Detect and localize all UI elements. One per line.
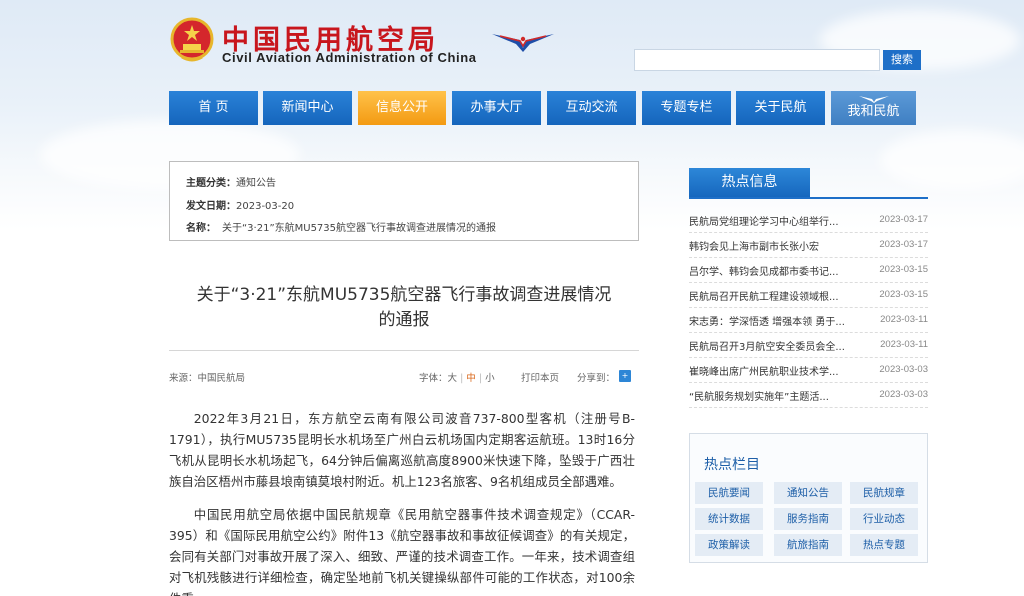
article-source: 来源：中国民航局 — [169, 373, 246, 384]
article-title: 关于“3·21”东航MU5735航空器飞行事故调查进展情况 的通报 — [169, 283, 639, 333]
hot-info-underline — [689, 197, 928, 199]
font-medium-link[interactable]: 中 — [466, 373, 476, 384]
column-link[interactable]: 通知公告 — [774, 482, 842, 504]
nav-special-topics[interactable]: 专题专栏 — [642, 91, 731, 125]
column-link[interactable]: 行业动态 — [850, 508, 918, 530]
hot-news-item[interactable]: 吕尔学、韩钧会见成都市委书记... 2023-03-15 — [689, 258, 928, 283]
name-label: 名称： — [186, 223, 216, 234]
hot-news-item[interactable]: 民航局召开民航工程建设领域根... 2023-03-15 — [689, 283, 928, 308]
hot-news-item[interactable]: 韩钧会见上海市副市长张小宏 2023-03-17 — [689, 233, 928, 258]
hot-news-title[interactable]: 韩钧会见上海市副市长张小宏 — [689, 238, 854, 253]
search-input[interactable] — [634, 49, 880, 71]
hot-news-item[interactable]: “民航服务规划实施年”主题活... 2023-03-03 — [689, 383, 928, 408]
date-label: 发文日期： — [186, 201, 236, 212]
share-plus-icon[interactable]: + — [619, 370, 631, 382]
column-link[interactable]: 统计数据 — [695, 508, 763, 530]
column-link[interactable]: 航旅指南 — [774, 534, 842, 556]
wings-small-icon — [859, 96, 889, 103]
article-title-line2: 的通报 — [378, 310, 430, 330]
hot-columns-title: 热点栏目 — [704, 457, 760, 473]
search-bar: 搜索 — [634, 49, 922, 71]
nav-news-center[interactable]: 新闻中心 — [263, 91, 352, 125]
hot-news-title[interactable]: 民航局召开民航工程建设领域根... — [689, 288, 854, 303]
main-nav: 首 页 新闻中心 信息公开 办事大厅 互动交流 专题专栏 关于民航 我和民航 — [169, 91, 916, 125]
font-small-link[interactable]: 小 — [485, 373, 495, 384]
hot-news-title[interactable]: 崔晓峰出席广州民航职业技术学... — [689, 363, 854, 378]
hot-news-title[interactable]: 民航局党组理论学习中心组举行... — [689, 213, 854, 228]
hot-news-date: 2023-03-03 — [879, 364, 928, 375]
column-link[interactable]: 民航要闻 — [695, 482, 763, 504]
share-label: 分享到： — [577, 373, 616, 384]
nav-me-and-aviation-label: 我和民航 — [847, 104, 900, 119]
hot-news-date: 2023-03-17 — [879, 214, 928, 225]
search-button[interactable]: 搜索 — [883, 50, 921, 70]
hot-news-title[interactable]: 宋志勇：学深悟透 增强本领 勇于... — [689, 313, 854, 328]
font-large-link[interactable]: 大 — [448, 373, 458, 384]
font-size-label: 字体： — [419, 373, 448, 384]
column-link[interactable]: 热点专题 — [850, 534, 918, 556]
column-link[interactable]: 民航规章 — [850, 482, 918, 504]
nav-service-hall[interactable]: 办事大厅 — [452, 91, 541, 125]
article-title-line1: 关于“3·21”东航MU5735航空器飞行事故调查进展情况 — [196, 285, 612, 305]
nav-interaction[interactable]: 互动交流 — [547, 91, 636, 125]
hot-news-item[interactable]: 民航局党组理论学习中心组举行... 2023-03-17 — [689, 208, 928, 233]
caac-wings-logo-icon — [492, 34, 554, 52]
divider — [169, 350, 639, 351]
nav-about[interactable]: 关于民航 — [736, 91, 825, 125]
hot-news-item[interactable]: 宋志勇：学深悟透 增强本领 勇于... 2023-03-11 — [689, 308, 928, 333]
hot-info-tab[interactable]: 热点信息 — [689, 168, 810, 197]
column-link[interactable]: 政策解读 — [695, 534, 763, 556]
nav-home[interactable]: 首 页 — [169, 91, 258, 125]
article-paragraph: 中国民用航空局依据中国民航规章《民用航空器事件技术调查规定》（CCAR-395）… — [169, 507, 635, 596]
article-paragraph: 2022年3月21日，东方航空云南有限公司波音737-800型客机（注册号B-1… — [169, 411, 635, 489]
category-value: 通知公告 — [236, 178, 276, 189]
date-value: 2023-03-20 — [236, 201, 295, 212]
hot-news-date: 2023-03-11 — [880, 314, 928, 325]
hot-news-title[interactable]: 民航局召开3月航空安全委员会全... — [689, 338, 854, 353]
hot-news-item[interactable]: 民航局召开3月航空安全委员会全... 2023-03-11 — [689, 333, 928, 358]
hot-news-date: 2023-03-11 — [880, 339, 928, 350]
font-size-controls: 字体：大 | 中 | 小 — [419, 373, 495, 384]
document-info-box: 主题分类：通知公告 发文日期：2023-03-20 名称： 关于“3·21”东航M… — [169, 161, 639, 241]
national-emblem-icon — [170, 17, 214, 62]
hot-news-date: 2023-03-15 — [879, 289, 928, 300]
nav-me-and-aviation[interactable]: 我和民航 — [831, 91, 916, 125]
hot-news-date: 2023-03-17 — [879, 239, 928, 250]
hot-news-date: 2023-03-15 — [879, 264, 928, 275]
hot-columns-panel: 热点栏目 民航要闻 通知公告 民航规章 统计数据 服务指南 行业动态 政策解读 … — [689, 433, 928, 563]
hot-news-title[interactable]: 吕尔学、韩钧会见成都市委书记... — [689, 263, 854, 278]
nav-info-disclosure[interactable]: 信息公开 — [358, 91, 446, 125]
category-label: 主题分类： — [186, 178, 236, 189]
hot-news-date: 2023-03-03 — [879, 389, 928, 400]
hot-news-item[interactable]: 崔晓峰出席广州民航职业技术学... 2023-03-03 — [689, 358, 928, 383]
name-value: 关于“3·21”东航MU5735航空器飞行事故调查进展情况的通报 — [222, 223, 497, 234]
column-link[interactable]: 服务指南 — [774, 508, 842, 530]
print-link[interactable]: 打印本页 — [521, 370, 559, 384]
site-title-english: Civil Aviation Administration of China — [222, 50, 477, 65]
hot-news-title[interactable]: “民航服务规划实施年”主题活... — [689, 388, 854, 403]
